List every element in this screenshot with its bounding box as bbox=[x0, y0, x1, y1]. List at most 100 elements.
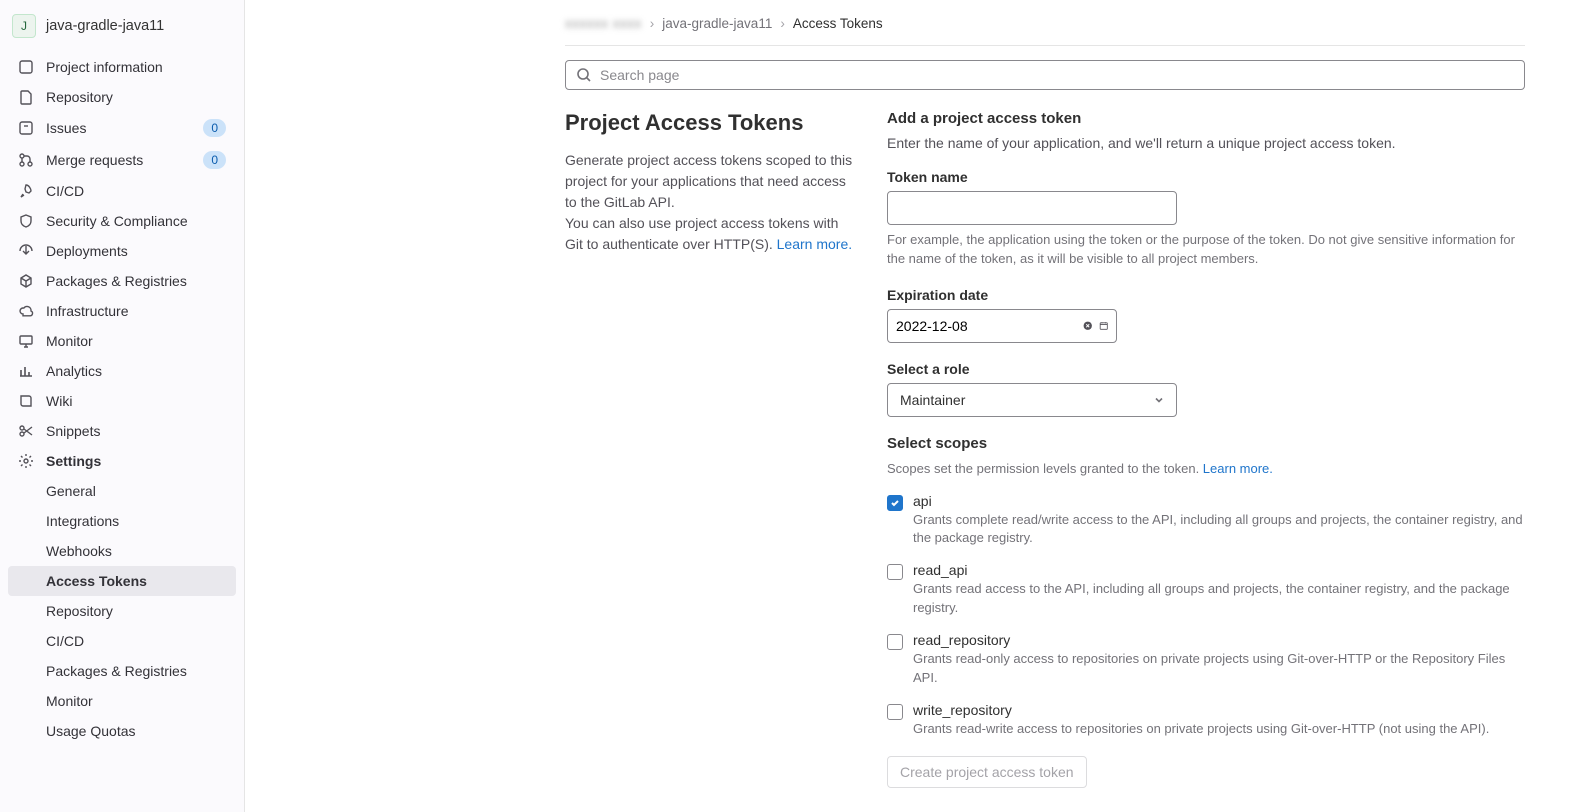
sidebar-item-project-information[interactable]: Project information bbox=[8, 52, 236, 82]
issues-icon bbox=[18, 120, 34, 136]
scissors-icon bbox=[18, 423, 34, 439]
expiration-label: Expiration date bbox=[887, 287, 1525, 303]
sub-item-packages[interactable]: Packages & Registries bbox=[8, 656, 236, 686]
sidebar-item-analytics[interactable]: Analytics bbox=[8, 356, 236, 386]
sub-item-usage-quotas[interactable]: Usage Quotas bbox=[8, 716, 236, 746]
deploy-icon bbox=[18, 243, 34, 259]
scope-name: write_repository bbox=[913, 702, 1489, 718]
settings-sublist: General Integrations Webhooks Access Tok… bbox=[8, 476, 236, 746]
search-input[interactable] bbox=[600, 67, 1514, 83]
create-token-button[interactable]: Create project access token bbox=[887, 756, 1087, 788]
sidebar-item-label: Infrastructure bbox=[46, 303, 226, 319]
scope-name: api bbox=[913, 493, 1525, 509]
sub-item-monitor[interactable]: Monitor bbox=[8, 686, 236, 716]
sidebar-item-label: Deployments bbox=[46, 243, 226, 259]
sidebar-item-cicd[interactable]: CI/CD bbox=[8, 176, 236, 206]
sidebar-item-label: Settings bbox=[46, 453, 226, 469]
sidebar-item-label: Analytics bbox=[46, 363, 226, 379]
token-name-help: For example, the application using the t… bbox=[887, 231, 1525, 269]
breadcrumb-separator: › bbox=[780, 16, 785, 31]
project-avatar: J bbox=[12, 14, 36, 38]
file-icon bbox=[18, 89, 34, 105]
search-box[interactable] bbox=[565, 60, 1525, 90]
sidebar-item-monitor[interactable]: Monitor bbox=[8, 326, 236, 356]
intro-text-1: Generate project access tokens scoped to… bbox=[565, 150, 855, 213]
breadcrumb-project[interactable]: java-gradle-java11 bbox=[662, 16, 772, 31]
scope-checkbox-write-repository[interactable] bbox=[887, 704, 903, 720]
scope-checkbox-read-api[interactable] bbox=[887, 564, 903, 580]
merge-icon bbox=[18, 152, 34, 168]
book-icon bbox=[18, 393, 34, 409]
sub-item-cicd[interactable]: CI/CD bbox=[8, 626, 236, 656]
scope-desc: Grants read-only access to repositories … bbox=[913, 650, 1525, 688]
expiration-input[interactable] bbox=[896, 318, 1077, 334]
calendar-icon[interactable] bbox=[1099, 318, 1109, 334]
main-content: xxxxxx xxxx › java-gradle-java11 › Acces… bbox=[245, 0, 1585, 812]
sub-item-repository[interactable]: Repository bbox=[8, 596, 236, 626]
sidebar-item-settings[interactable]: Settings bbox=[8, 446, 236, 476]
sub-item-access-tokens[interactable]: Access Tokens bbox=[8, 566, 236, 596]
sidebar-item-label: Monitor bbox=[46, 333, 226, 349]
scope-name: read_repository bbox=[913, 632, 1525, 648]
scope-desc: Grants read-write access to repositories… bbox=[913, 720, 1489, 739]
sub-item-integrations[interactable]: Integrations bbox=[8, 506, 236, 536]
scope-read-api: read_api Grants read access to the API, … bbox=[887, 562, 1525, 618]
scope-desc: Grants read access to the API, including… bbox=[913, 580, 1525, 618]
expiration-field[interactable] bbox=[887, 309, 1117, 343]
sidebar-item-snippets[interactable]: Snippets bbox=[8, 416, 236, 446]
scope-api: api Grants complete read/write access to… bbox=[887, 493, 1525, 549]
project-header[interactable]: J java-gradle-java11 bbox=[0, 8, 244, 48]
scope-read-repository: read_repository Grants read-only access … bbox=[887, 632, 1525, 688]
sidebar-item-issues[interactable]: Issues 0 bbox=[8, 112, 236, 144]
nav-list: Project information Repository Issues 0 … bbox=[0, 48, 244, 750]
sidebar-item-repository[interactable]: Repository bbox=[8, 82, 236, 112]
sidebar-item-merge-requests[interactable]: Merge requests 0 bbox=[8, 144, 236, 176]
scopes-learn-more-link[interactable]: Learn more. bbox=[1203, 461, 1273, 476]
breadcrumb-group[interactable]: xxxxxx xxxx bbox=[565, 16, 642, 31]
sidebar-item-label: CI/CD bbox=[46, 183, 226, 199]
scopes-label: Select scopes bbox=[887, 435, 1525, 452]
shield-icon bbox=[18, 213, 34, 229]
sidebar-item-label: Merge requests bbox=[46, 152, 191, 168]
scope-checkbox-api[interactable] bbox=[887, 495, 903, 511]
token-name-input[interactable] bbox=[887, 191, 1177, 225]
sub-item-general[interactable]: General bbox=[8, 476, 236, 506]
mr-badge: 0 bbox=[203, 151, 226, 169]
monitor-icon bbox=[18, 333, 34, 349]
sidebar-item-deployments[interactable]: Deployments bbox=[8, 236, 236, 266]
learn-more-link[interactable]: Learn more. bbox=[777, 236, 852, 252]
project-name: java-gradle-java11 bbox=[46, 18, 164, 34]
chart-icon bbox=[18, 363, 34, 379]
sidebar-item-infrastructure[interactable]: Infrastructure bbox=[8, 296, 236, 326]
package-icon bbox=[18, 273, 34, 289]
scope-desc: Grants complete read/write access to the… bbox=[913, 511, 1525, 549]
sidebar-item-wiki[interactable]: Wiki bbox=[8, 386, 236, 416]
sidebar-item-label: Packages & Registries bbox=[46, 273, 226, 289]
sidebar-item-label: Issues bbox=[46, 120, 191, 136]
sidebar-item-label: Snippets bbox=[46, 423, 226, 439]
sidebar: J java-gradle-java11 Project information… bbox=[0, 0, 245, 812]
role-select[interactable]: Maintainer bbox=[887, 383, 1177, 417]
form-heading: Add a project access token bbox=[887, 110, 1525, 127]
search-icon bbox=[576, 67, 592, 83]
intro-panel: Project Access Tokens Generate project a… bbox=[565, 110, 855, 255]
cloud-icon bbox=[18, 303, 34, 319]
scope-write-repository: write_repository Grants read-write acces… bbox=[887, 702, 1525, 739]
intro-text-2: You can also use project access tokens w… bbox=[565, 213, 855, 255]
issues-badge: 0 bbox=[203, 119, 226, 137]
sub-item-webhooks[interactable]: Webhooks bbox=[8, 536, 236, 566]
sidebar-item-label: Security & Compliance bbox=[46, 213, 226, 229]
token-name-label: Token name bbox=[887, 169, 1525, 185]
page-title: Project Access Tokens bbox=[565, 110, 855, 136]
sidebar-item-packages[interactable]: Packages & Registries bbox=[8, 266, 236, 296]
sidebar-item-label: Repository bbox=[46, 89, 226, 105]
breadcrumb-separator: › bbox=[650, 16, 655, 31]
breadcrumb-current: Access Tokens bbox=[793, 16, 883, 31]
chevron-down-icon bbox=[1154, 392, 1164, 408]
sidebar-item-security[interactable]: Security & Compliance bbox=[8, 206, 236, 236]
breadcrumb: xxxxxx xxxx › java-gradle-java11 › Acces… bbox=[565, 16, 1525, 46]
project-icon bbox=[18, 59, 34, 75]
scopes-help: Scopes set the permission levels granted… bbox=[887, 460, 1525, 479]
clear-icon[interactable] bbox=[1083, 318, 1093, 334]
scope-checkbox-read-repository[interactable] bbox=[887, 634, 903, 650]
